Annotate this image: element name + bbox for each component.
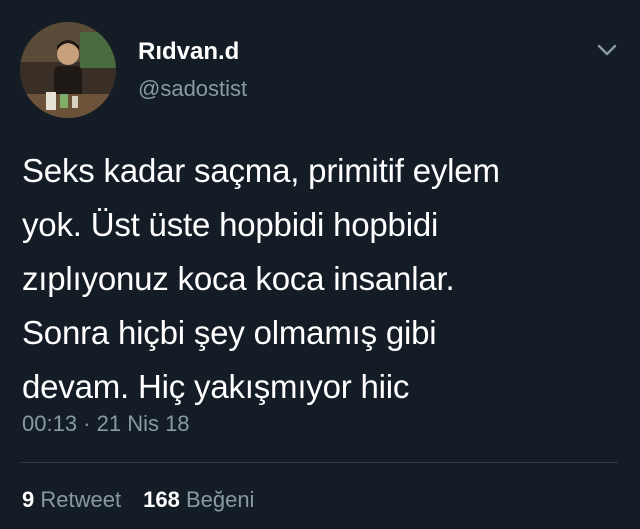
display-name[interactable]: Rıdvan.d <box>138 38 239 66</box>
tweet-text: Seks kadar saçma, primitif eylem yok. Üs… <box>22 152 500 405</box>
chevron-down-icon[interactable] <box>595 38 619 62</box>
divider <box>20 462 618 463</box>
retweet-count: 9 <box>22 487 35 512</box>
likes-stat[interactable]: 168 Beğeni <box>143 487 254 512</box>
engagement-stats: 9 Retweet 168 Beğeni <box>22 486 254 514</box>
retweet-label: Retweet <box>40 487 122 512</box>
tweet-timestamp[interactable]: 00:13 · 21 Nis 18 <box>22 410 190 438</box>
avatar[interactable] <box>20 22 116 118</box>
avatar-photo-icon <box>20 22 116 118</box>
retweets-stat[interactable]: 9 Retweet <box>22 487 121 512</box>
like-count: 168 <box>143 487 180 512</box>
tweet-card: Rıdvan.d @sadostist Seks kadar saçma, pr… <box>0 0 640 529</box>
user-handle[interactable]: @sadostist <box>138 76 247 102</box>
like-label: Beğeni <box>185 487 255 512</box>
